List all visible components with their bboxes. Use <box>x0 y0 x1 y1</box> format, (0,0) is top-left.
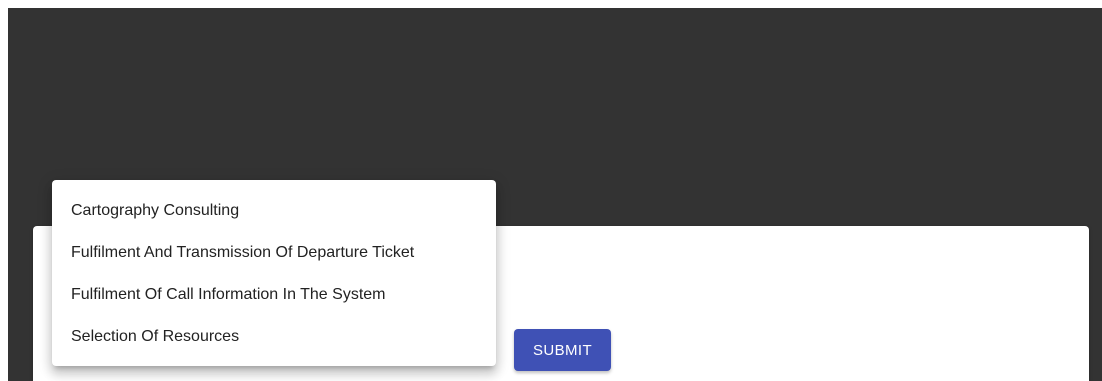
menu-item-call-information[interactable]: Fulfilment Of Call Information In The Sy… <box>52 274 496 316</box>
menu-item-cartography-consulting[interactable]: Cartography Consulting <box>52 190 496 232</box>
dropdown-menu: Cartography Consulting Fulfilment And Tr… <box>52 180 496 366</box>
menu-item-selection-of-resources[interactable]: Selection Of Resources <box>52 316 496 358</box>
submit-button[interactable]: SUBMIT <box>514 329 611 371</box>
menu-item-departure-ticket[interactable]: Fulfilment And Transmission Of Departure… <box>52 232 496 274</box>
page: SUBMIT Cartography Consulting Fulfilment… <box>0 0 1102 381</box>
